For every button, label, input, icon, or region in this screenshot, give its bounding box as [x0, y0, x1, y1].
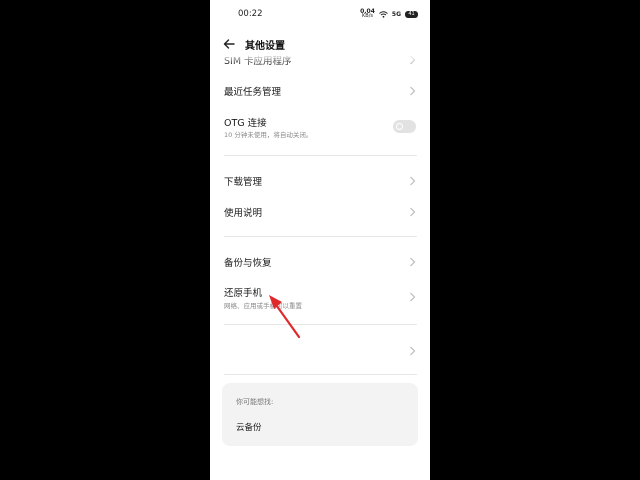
suggestion-item-cloud-backup[interactable]: 云备份 [236, 421, 262, 433]
suggestion-card: 你可能想找: 云备份 [222, 383, 418, 446]
suggestion-heading: 你可能想找: [236, 398, 274, 406]
settings-item-otg[interactable]: OTG 连接 10 分钟未使用，将自动关闭。 [210, 112, 430, 144]
settings-item-recent-tasks[interactable]: 最近任务管理 [210, 80, 430, 102]
chevron-right-icon [410, 86, 416, 96]
section-divider [224, 324, 417, 325]
status-icons: 0.04 KB/s 5G 41 [360, 9, 418, 19]
back-arrow-icon[interactable] [222, 37, 236, 51]
phone-screen: 00:22 0.04 KB/s 5G 41 SIM 卡应用程序 最近任务管理 [210, 0, 430, 480]
settings-item-manual[interactable]: 使用说明 [210, 201, 430, 223]
section-divider [224, 155, 417, 156]
chevron-right-icon [410, 257, 416, 267]
toggle-knob [396, 123, 403, 130]
chevron-right-icon [410, 346, 416, 356]
page-header: 其他设置 [210, 34, 430, 54]
wifi-icon [379, 10, 388, 18]
settings-item-reset-phone[interactable]: 还原手机 网络、应用或手机可以重置 [210, 282, 430, 314]
battery-icon: 41 [405, 10, 418, 18]
settings-item-backup-restore[interactable]: 备份与恢复 [210, 251, 430, 273]
settings-item-unlabeled[interactable] [210, 340, 430, 362]
section-divider [224, 374, 417, 375]
settings-item-downloads[interactable]: 下载管理 [210, 170, 430, 192]
chevron-right-icon [410, 207, 416, 217]
page-title: 其他设置 [245, 41, 285, 52]
net-speed: 0.04 KB/s [360, 8, 375, 19]
section-divider [224, 236, 417, 237]
signal-icon: 5G [391, 10, 401, 18]
status-time: 00:22 [238, 9, 263, 19]
scroll-fade [210, 54, 430, 64]
chevron-right-icon [410, 176, 416, 186]
otg-toggle[interactable] [393, 120, 416, 133]
status-bar: 00:22 0.04 KB/s 5G 41 [210, 0, 430, 30]
chevron-right-icon [410, 292, 416, 302]
